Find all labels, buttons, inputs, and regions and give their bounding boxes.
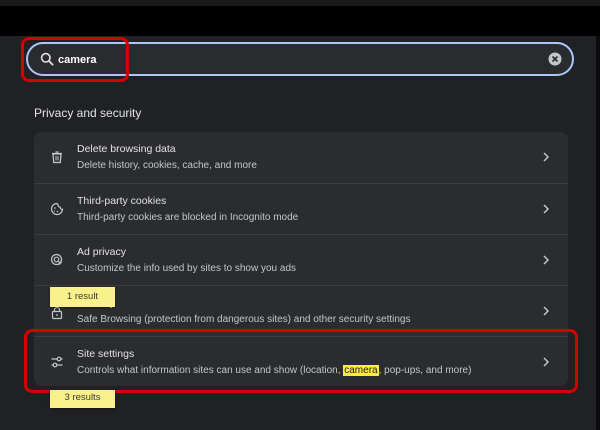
search-box[interactable] (26, 42, 574, 76)
chevron-right-icon (543, 255, 550, 265)
row-title: Delete browsing data (77, 143, 176, 155)
chevron-right-icon (543, 204, 550, 214)
subtitle-before: Controls what information sites can use … (77, 365, 344, 376)
result-count-badge: 3 results (50, 390, 115, 408)
browser-top-bar (0, 0, 600, 36)
row-title: Site settings (77, 348, 135, 360)
row-subtitle: Customize the info used by sites to show… (77, 263, 297, 274)
row-title: Ad privacy (77, 246, 127, 258)
search-icon (40, 52, 54, 66)
privacy-settings-card: Delete browsing data Delete history, coo… (34, 132, 568, 386)
row-title: Third-party cookies (77, 195, 167, 207)
row-subtitle: Controls what information sites can use … (77, 365, 471, 376)
row-subtitle: Third-party cookies are blocked in Incog… (77, 212, 299, 223)
row-third-party-cookies[interactable]: Third-party cookies Third-party cookies … (34, 183, 568, 233)
row-delete-browsing-data[interactable]: Delete browsing data Delete history, coo… (34, 132, 568, 182)
lock-icon (51, 306, 63, 320)
subtitle-after: , pop-ups, and more) (378, 365, 472, 376)
chevron-right-icon (543, 306, 550, 316)
section-title: Privacy and security (34, 106, 142, 120)
cookie-icon (50, 202, 64, 216)
search-highlight: camera (343, 365, 379, 376)
chevron-right-icon (543, 152, 550, 162)
search-input[interactable] (58, 51, 538, 69)
browser-tab-strip (0, 0, 600, 6)
row-ad-privacy[interactable]: Ad privacy Customize the info used by si… (34, 234, 568, 284)
clear-icon[interactable] (548, 52, 562, 66)
chevron-right-icon (543, 357, 550, 367)
ad-privacy-icon (50, 253, 63, 266)
row-subtitle: Safe Browsing (protection from dangerous… (77, 314, 411, 325)
window-edge (596, 36, 600, 430)
trash-icon (52, 151, 62, 164)
sliders-icon (51, 356, 63, 368)
row-subtitle: Delete history, cookies, cache, and more (77, 160, 257, 171)
row-site-settings[interactable]: Site settings Controls what information … (34, 336, 568, 386)
result-count-badge: 1 result (50, 287, 115, 307)
